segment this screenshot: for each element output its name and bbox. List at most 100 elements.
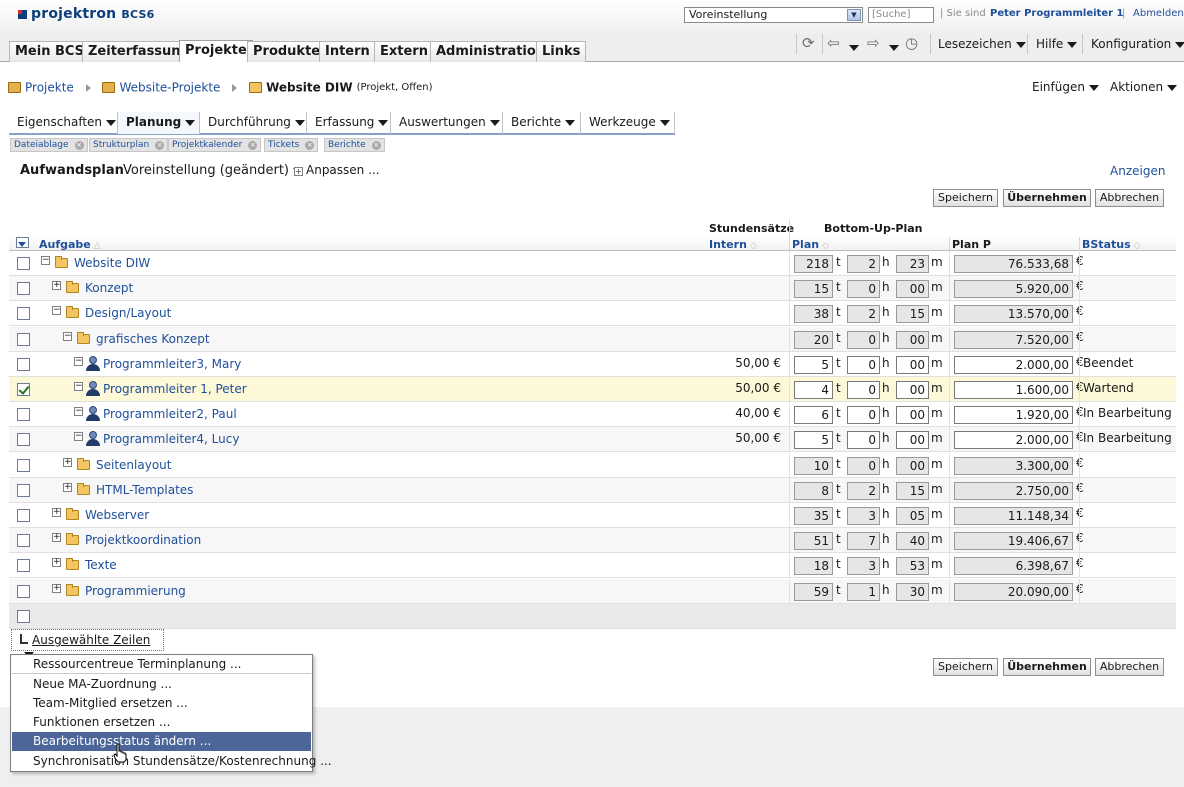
table-row[interactable]: −Design/Layout38t2h15m13.570,00€ (9, 301, 1176, 326)
plan-minutes-input[interactable]: 30 (896, 583, 929, 601)
close-icon[interactable]: × (74, 141, 84, 150)
task-name-link[interactable]: Konzept (85, 281, 133, 295)
plan-minutes-input[interactable]: 00 (896, 457, 929, 475)
task-name-link[interactable]: Design/Layout (85, 306, 171, 320)
plan-days-input[interactable]: 15 (794, 280, 833, 298)
plan-cost-input[interactable]: 1.600,00 (954, 381, 1073, 399)
selected-rows-menu-button[interactable]: Ausgewählte Zeilen (11, 629, 164, 658)
row-checkbox[interactable] (17, 559, 30, 572)
plan-minutes-input[interactable]: 00 (896, 356, 929, 374)
plan-days-input[interactable]: 35 (794, 507, 833, 525)
tooltab-dateiablage[interactable]: Dateiablage × (10, 138, 88, 152)
table-row[interactable]: +Konzept15t0h00m5.920,00€ (9, 276, 1176, 301)
plan-minutes-input[interactable]: 15 (896, 305, 929, 323)
row-checkbox[interactable] (17, 358, 30, 371)
insert-menu[interactable]: Einfügen (1032, 80, 1099, 94)
apply-button[interactable]: Übernehmen (1003, 658, 1091, 676)
plan-cost-input[interactable]: 2.750,00 (954, 482, 1073, 500)
plan-days-input[interactable]: 10 (794, 457, 833, 475)
history-clock-icon[interactable]: ◷ (905, 34, 918, 52)
plan-cost-input[interactable]: 76.533,68 (954, 255, 1073, 273)
row-checkbox[interactable] (17, 433, 30, 446)
plan-days-input[interactable]: 18 (794, 557, 833, 575)
app-logo[interactable]: projektron BCS6 (18, 6, 154, 22)
close-icon[interactable]: × (248, 141, 258, 150)
expand-plus-icon[interactable]: + (52, 533, 61, 542)
plan-cost-input[interactable]: 3.300,00 (954, 457, 1073, 475)
apply-button[interactable]: Übernehmen (1003, 189, 1091, 207)
task-name-link[interactable]: Webserver (85, 508, 149, 522)
plan-cost-input[interactable]: 20.090,00 (954, 583, 1073, 601)
task-name-link[interactable]: Programmleiter3, Mary (103, 357, 241, 371)
menu-item-replace-functions[interactable]: Funktionen ersetzen ... (12, 713, 311, 732)
breadcrumb-website-projects[interactable]: Website-Projekte (119, 81, 220, 95)
plan-days-input[interactable]: 4 (794, 381, 833, 399)
bookmarks-menu[interactable]: Lesezeichen (938, 37, 1026, 51)
plan-hours-input[interactable]: 7 (847, 532, 880, 550)
close-icon[interactable]: × (155, 141, 165, 150)
subtab-berichte[interactable]: Berichte (503, 112, 581, 134)
plan-cost-input[interactable]: 19.406,67 (954, 532, 1073, 550)
plan-variant-select[interactable]: Voreinstellung (geändert) (123, 163, 303, 178)
task-name-link[interactable]: Programmleiter4, Lucy (103, 432, 239, 446)
table-row[interactable]: +Programmierung59t1h30m20.090,00€ (9, 579, 1176, 604)
plan-hours-input[interactable]: 0 (847, 381, 880, 399)
menu-item-sync-rates[interactable]: Synchronisation Stundensätze/Kostenrechn… (12, 752, 332, 771)
row-checkbox[interactable] (17, 509, 30, 522)
collapse-minus-icon[interactable]: − (74, 407, 83, 416)
close-icon[interactable]: × (371, 141, 381, 150)
logout-link[interactable]: Abmelden (1133, 8, 1184, 19)
tab-produkte[interactable]: Produkte (247, 41, 327, 62)
plan-days-input[interactable]: 5 (794, 356, 833, 374)
subtab-auswertungen[interactable]: Auswertungen (391, 112, 503, 134)
table-row[interactable]: +Texte18t3h53m6.398,67€ (9, 553, 1176, 578)
plan-hours-input[interactable]: 0 (847, 331, 880, 349)
chevron-down-icon[interactable]: ▼ (847, 9, 861, 21)
plan-minutes-input[interactable]: 00 (896, 280, 929, 298)
plan-days-input[interactable]: 20 (794, 331, 833, 349)
table-row[interactable]: − Programmleiter3, Mary 50,00 € 5 t 0 h 00 m 2.00… (9, 352, 1176, 377)
plan-cost-input[interactable]: 13.570,00 (954, 305, 1073, 323)
header-bstatus[interactable]: BStatus ◇ (1082, 238, 1141, 251)
plan-days-input[interactable]: 218 (794, 255, 833, 273)
cancel-button[interactable]: Abbrechen (1095, 658, 1164, 676)
plan-days-input[interactable]: 51 (794, 532, 833, 550)
task-name-link[interactable]: Projektkoordination (85, 533, 201, 547)
plan-cost-input[interactable]: 1.920,00 (954, 406, 1073, 424)
table-row[interactable]: +Webserver35t3h05m11.148,34€ (9, 503, 1176, 528)
row-checkbox[interactable] (17, 282, 30, 295)
menu-item-new-assignment[interactable]: Neue MA-Zuordnung ... (12, 675, 311, 694)
logged-user-name[interactable]: Peter Programmleiter 1 (990, 8, 1123, 19)
task-name-link[interactable]: Seitenlayout (96, 458, 171, 472)
table-row[interactable]: +Projektkoordination51t7h40m19.406,67€ (9, 528, 1176, 553)
plan-days-input[interactable]: 8 (794, 482, 833, 500)
plan-minutes-input[interactable]: 23 (896, 255, 929, 273)
tooltab-strukturplan[interactable]: Strukturplan × (89, 138, 169, 152)
tab-mein-bcs[interactable]: Mein BCS (9, 41, 91, 62)
plan-hours-input[interactable]: 0 (847, 280, 880, 298)
tab-intern[interactable]: Intern (319, 41, 376, 62)
task-name-link[interactable]: grafisches Konzept (96, 332, 210, 346)
back-arrow-icon[interactable]: ⇦ (827, 34, 840, 52)
tab-extern[interactable]: Extern (374, 41, 434, 62)
customize-button[interactable]: + Anpassen ... (294, 163, 380, 177)
expand-plus-icon[interactable]: + (63, 483, 72, 492)
tab-administration[interactable]: Administration (430, 41, 552, 62)
profile-select[interactable]: Voreinstellung ▼ (684, 7, 863, 23)
breadcrumb-projects[interactable]: Projekte (25, 81, 74, 95)
plan-hours-input[interactable]: 0 (847, 356, 880, 374)
subtab-erfassung[interactable]: Erfassung (307, 112, 391, 134)
plan-hours-input[interactable]: 0 (847, 457, 880, 475)
close-icon[interactable]: × (305, 141, 315, 150)
collapse-minus-icon[interactable]: − (74, 432, 83, 441)
row-checkbox[interactable] (17, 484, 30, 497)
menu-item-change-status[interactable]: Bearbeitungsstatus ändern ... (12, 732, 311, 751)
task-name-link[interactable]: Programmleiter 1, Peter (103, 382, 247, 396)
table-row[interactable]: −grafisches Konzept20t0h00m7.520,00€ (9, 327, 1176, 352)
plan-cost-input[interactable]: 5.920,00 (954, 280, 1073, 298)
plan-days-input[interactable]: 6 (794, 406, 833, 424)
plan-cost-input[interactable]: 11.148,34 (954, 507, 1073, 525)
table-row[interactable]: − Programmleiter 1, Peter 50,00 € 4 t 0 h 00 m 1.… (9, 377, 1176, 402)
forward-arrow-icon[interactable]: ⇨ (867, 34, 880, 52)
task-name-link[interactable]: Texte (85, 558, 117, 572)
